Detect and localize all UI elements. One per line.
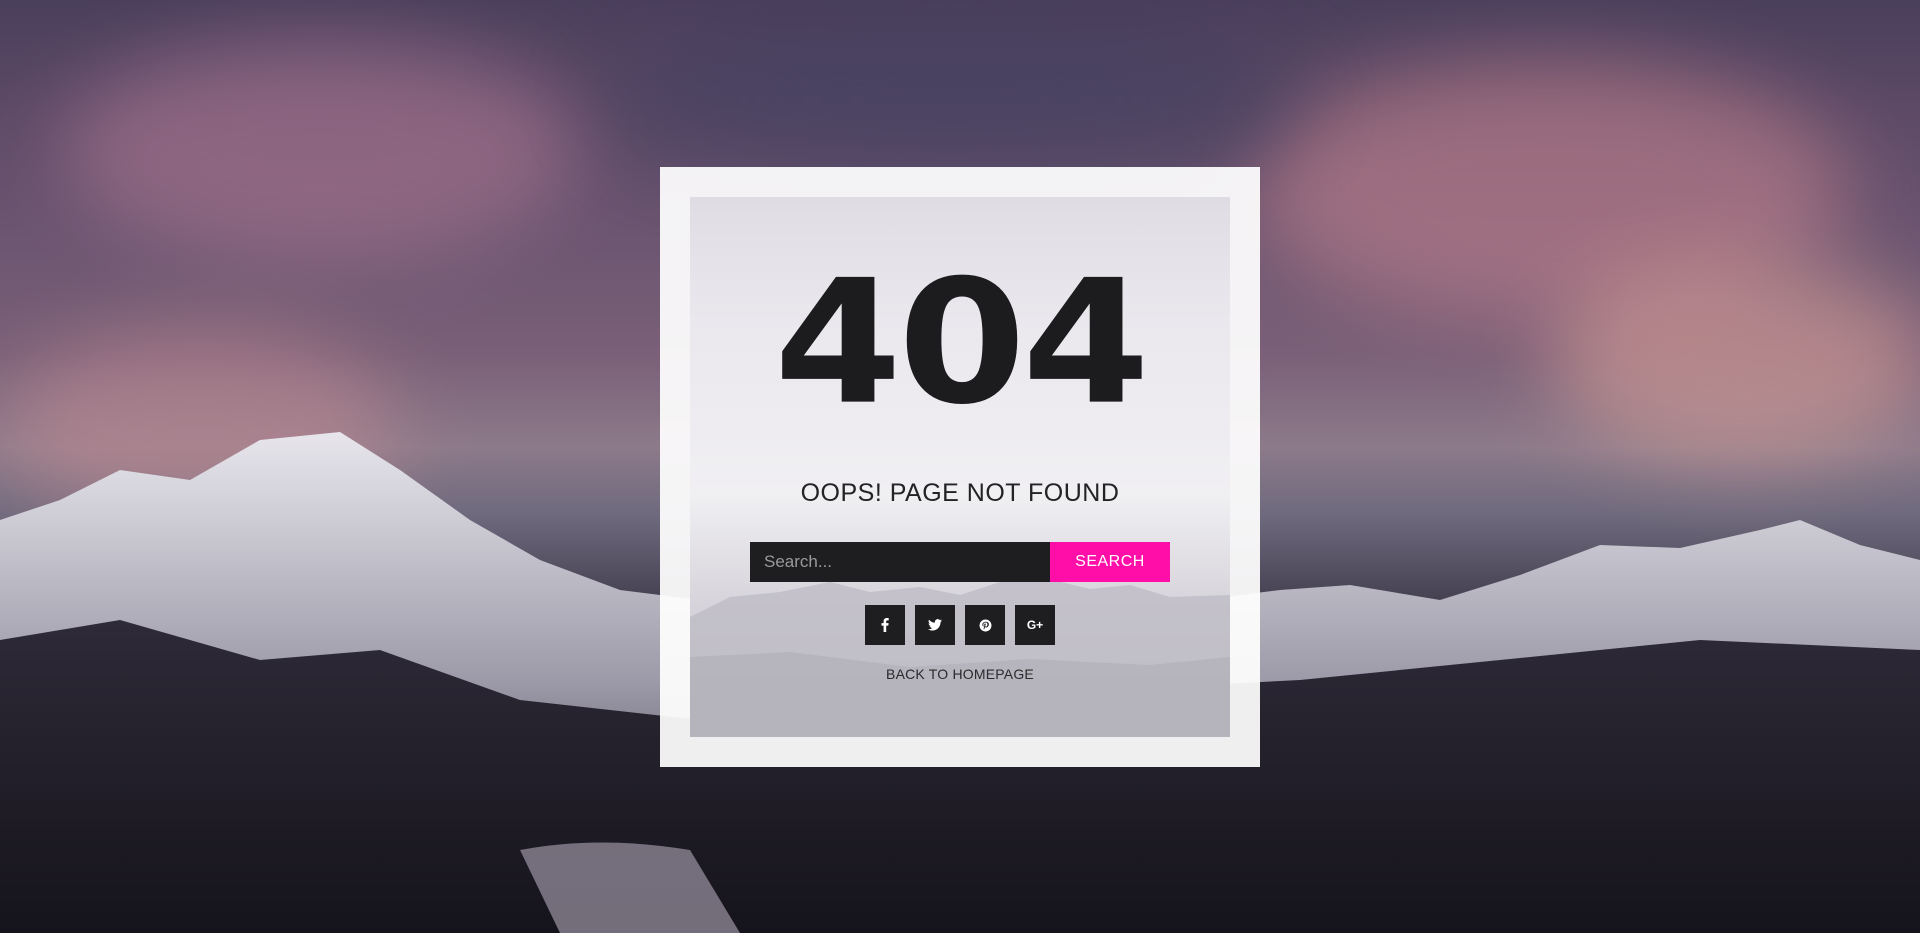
facebook-button[interactable]	[865, 605, 905, 645]
error-message: OOPS! PAGE NOT FOUND	[800, 479, 1120, 507]
twitter-icon	[928, 619, 942, 631]
social-links: G+	[865, 605, 1055, 645]
error-code: 404	[773, 243, 1150, 443]
error-card-inner: 404 OOPS! PAGE NOT FOUND SEARCH	[690, 197, 1230, 737]
facebook-icon	[881, 618, 889, 632]
pinterest-icon	[979, 619, 991, 631]
pinterest-button[interactable]	[965, 605, 1005, 645]
back-to-homepage-link[interactable]: BACK TO HOMEPAGE	[690, 666, 1230, 682]
search-input[interactable]	[750, 542, 1050, 582]
error-card: 404 OOPS! PAGE NOT FOUND SEARCH	[660, 167, 1260, 767]
google-plus-icon: G+	[1026, 618, 1044, 632]
search-form: SEARCH	[750, 542, 1170, 582]
google-plus-button[interactable]: G+	[1015, 605, 1055, 645]
search-button[interactable]: SEARCH	[1050, 542, 1170, 582]
twitter-button[interactable]	[915, 605, 955, 645]
